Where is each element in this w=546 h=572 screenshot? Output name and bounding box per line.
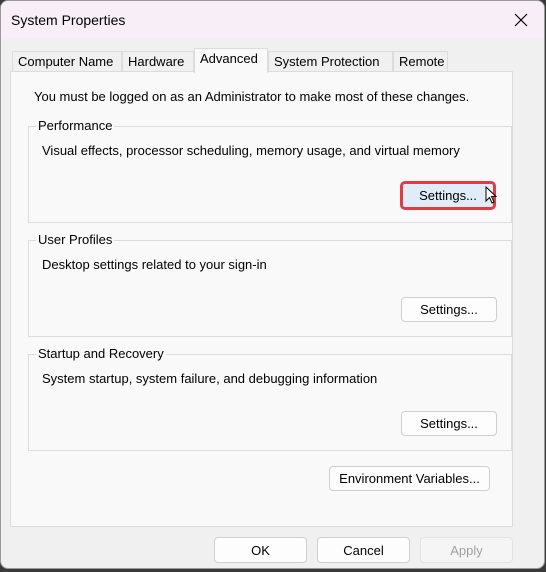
close-button[interactable] (498, 1, 544, 39)
performance-group: Performance Visual effects, processor sc… (28, 118, 512, 223)
close-icon (514, 13, 528, 27)
cancel-button[interactable]: Cancel (317, 537, 410, 563)
title-bar: System Properties (1, 1, 544, 39)
tab-remote[interactable]: Remote (393, 51, 448, 72)
tab-advanced[interactable]: Advanced (194, 48, 268, 73)
tab-computer-name[interactable]: Computer Name (12, 51, 122, 72)
user-profiles-settings-button[interactable]: Settings... (401, 297, 497, 322)
performance-description: Visual effects, processor scheduling, me… (42, 143, 460, 158)
user-profiles-group-label: User Profiles (36, 232, 115, 248)
startup-recovery-group-label: Startup and Recovery (36, 346, 166, 362)
apply-button[interactable]: Apply (420, 537, 513, 563)
admin-note: You must be logged on as an Administrato… (34, 89, 470, 104)
startup-recovery-group: Startup and Recovery System startup, sys… (28, 346, 512, 451)
window-title: System Properties (11, 12, 126, 28)
startup-recovery-settings-button[interactable]: Settings... (401, 411, 497, 436)
environment-variables-button[interactable]: Environment Variables... (329, 466, 490, 491)
system-properties-window: System Properties Computer Name Hardware… (0, 0, 545, 569)
startup-recovery-description: System startup, system failure, and debu… (42, 371, 378, 386)
advanced-tab-panel: You must be logged on as an Administrato… (10, 71, 513, 527)
performance-settings-button[interactable]: Settings... (400, 181, 496, 210)
performance-group-label: Performance (36, 118, 115, 134)
ok-button[interactable]: OK (214, 537, 307, 563)
tab-system-protection[interactable]: System Protection (268, 51, 393, 72)
tab-hardware[interactable]: Hardware (122, 51, 194, 72)
user-profiles-group: User Profiles Desktop settings related t… (28, 232, 512, 337)
user-profiles-description: Desktop settings related to your sign-in (42, 257, 267, 272)
